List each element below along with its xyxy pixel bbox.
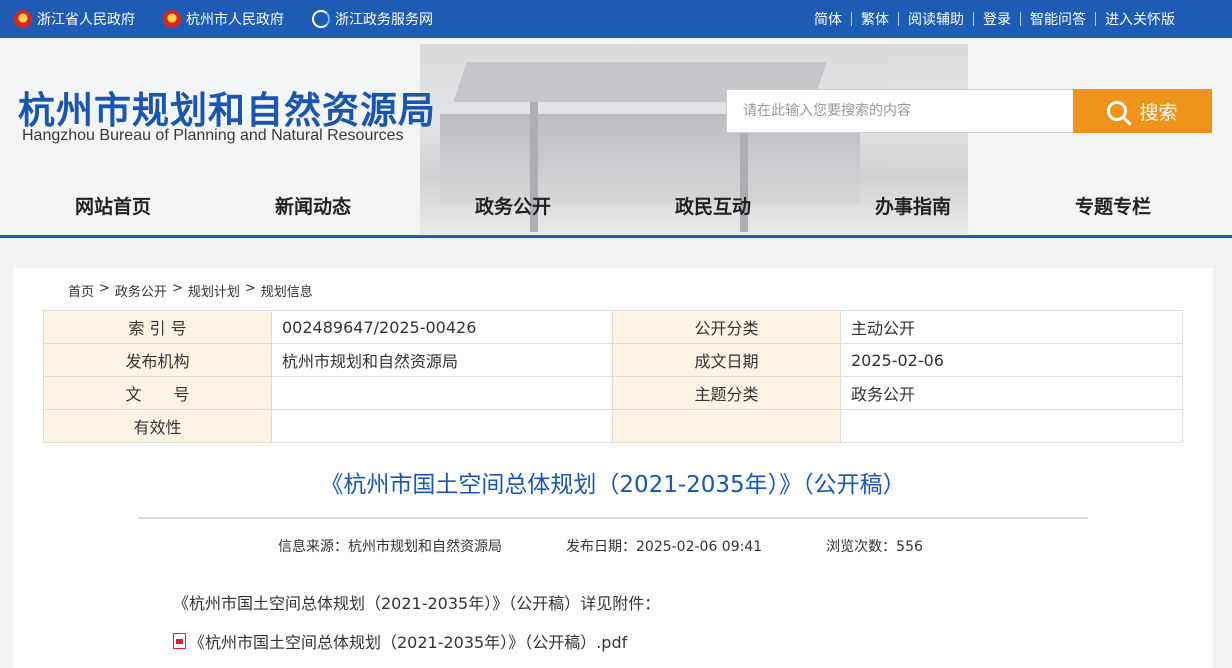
document-meta-table: 索 引 号 002489647/2025-00426 公开分类 主动公开 发布机… — [43, 310, 1183, 443]
meta-key: 主题分类 — [612, 376, 841, 410]
meta-key — [612, 409, 841, 443]
meta-key: 有效性 — [43, 409, 272, 443]
search-input[interactable] — [726, 89, 1073, 133]
article-body: 《杭州市国土空间总体规划（2021-2035年）》（公开稿）详见附件： — [173, 594, 661, 613]
meta-key: 公开分类 — [612, 310, 841, 344]
meta-value: 政务公开 — [840, 376, 1183, 410]
hangzhou-gov-label: 杭州市人民政府 — [186, 12, 284, 28]
meta-value: 杭州市规划和自然资源局 — [271, 343, 613, 377]
site-title-en: Hangzhou Bureau of Planning and Natural … — [22, 127, 404, 144]
breadcrumb-separator: > — [171, 281, 183, 296]
zhejiang-service-link[interactable]: 浙江政务服务网 — [312, 9, 433, 29]
site-title-cn[interactable]: 杭州市规划和自然资源局 — [18, 80, 436, 134]
meta-value: 主动公开 — [840, 310, 1183, 344]
meta-key: 发布机构 — [43, 343, 272, 377]
zhejiang-gov-label: 浙江省人民政府 — [37, 12, 135, 28]
care-mode-link[interactable]: 进入关怀版 — [1096, 9, 1184, 29]
table-row: 索 引 号 002489647/2025-00426 公开分类 主动公开 — [43, 310, 1183, 344]
meta-value: 002489647/2025-00426 — [271, 310, 613, 344]
info-publish-date: 发布日期：2025-02-06 09:41 — [566, 539, 763, 555]
simplified-chinese-link[interactable]: 简体 — [805, 9, 851, 29]
nav-gov-affairs[interactable]: 政务公开 — [413, 192, 613, 219]
breadcrumb-gov-affairs[interactable]: 政务公开 — [115, 281, 167, 300]
nav-home[interactable]: 网站首页 — [13, 192, 213, 219]
breadcrumb-planning[interactable]: 规划计划 — [188, 281, 240, 300]
breadcrumb-separator: > — [244, 281, 256, 296]
breadcrumb-home[interactable]: 首页 — [68, 281, 94, 300]
content-card: 首页 > 政务公开 > 规划计划 > 规划信息 索 引 号 002489647/… — [13, 268, 1213, 668]
search-button-label: 搜索 — [1139, 101, 1178, 124]
search-icon — [1107, 101, 1128, 121]
main-nav: 网站首页 新闻动态 政务公开 政民互动 办事指南 专题专栏 — [0, 184, 1232, 224]
reading-assist-link[interactable]: 阅读辅助 — [899, 9, 973, 29]
breadcrumb-planning-info[interactable]: 规划信息 — [261, 281, 313, 300]
nav-service-guide[interactable]: 办事指南 — [813, 192, 1013, 219]
meta-key: 索 引 号 — [43, 310, 272, 344]
national-emblem-icon — [163, 10, 181, 28]
top-utility-menu: 简体 繁体 阅读辅助 登录 智能问答 进入关怀版 — [805, 0, 1184, 38]
hangzhou-gov-link[interactable]: 杭州市人民政府 — [163, 9, 284, 29]
meta-value: 2025-02-06 — [840, 343, 1183, 377]
smart-qa-link[interactable]: 智能问答 — [1021, 9, 1095, 29]
info-source: 信息来源：杭州市规划和自然资源局 — [278, 539, 502, 555]
meta-value — [271, 409, 613, 443]
breadcrumb-separator: > — [99, 281, 110, 296]
search-bar: 搜索 — [726, 89, 1212, 133]
zhejiang-gov-link[interactable]: 浙江省人民政府 — [14, 9, 135, 29]
meta-value — [840, 409, 1183, 443]
pdf-icon — [173, 633, 186, 649]
meta-key: 成文日期 — [612, 343, 841, 377]
traditional-chinese-link[interactable]: 繁体 — [852, 9, 898, 29]
search-button[interactable]: 搜索 — [1073, 89, 1212, 133]
article-title: 《杭州市国土空间总体规划（2021-2035年）》（公开稿） — [320, 472, 906, 498]
header-bottom-border — [0, 235, 1232, 238]
table-row: 有效性 — [43, 409, 1183, 443]
attachment-label: 《杭州市国土空间总体规划（2021-2035年）》（公开稿）.pdf — [189, 633, 628, 652]
login-link[interactable]: 登录 — [974, 9, 1020, 29]
breadcrumb: 首页 > 政务公开 > 规划计划 > 规划信息 — [68, 281, 318, 300]
meta-value — [271, 376, 613, 410]
attachment-link[interactable]: 《杭州市国土空间总体规划（2021-2035年）》（公开稿）.pdf — [173, 629, 627, 653]
nav-news[interactable]: 新闻动态 — [213, 192, 413, 219]
table-row: 文 号 主题分类 政务公开 — [43, 376, 1183, 410]
gov-links: 浙江省人民政府 杭州市人民政府 浙江政务服务网 — [14, 0, 461, 38]
top-bar: 浙江省人民政府 杭州市人民政府 浙江政务服务网 简体 繁体 阅读辅助 登录 智能… — [0, 0, 1232, 38]
zhejiang-service-label: 浙江政务服务网 — [335, 12, 433, 28]
national-emblem-icon — [14, 10, 32, 28]
meta-key: 文 号 — [43, 376, 272, 410]
nav-special-topics[interactable]: 专题专栏 — [1013, 192, 1213, 219]
nav-interaction[interactable]: 政民互动 — [613, 192, 813, 219]
info-view-count: 浏览次数：556 — [826, 539, 923, 555]
table-row: 发布机构 杭州市规划和自然资源局 成文日期 2025-02-06 — [43, 343, 1183, 377]
title-divider — [138, 517, 1088, 519]
service-network-icon — [312, 10, 330, 28]
site-header: 杭州市规划和自然资源局 Hangzhou Bureau of Planning … — [0, 38, 1232, 238]
article-info: 信息来源：杭州市规划和自然资源局 发布日期：2025-02-06 09:41 浏… — [278, 536, 923, 556]
